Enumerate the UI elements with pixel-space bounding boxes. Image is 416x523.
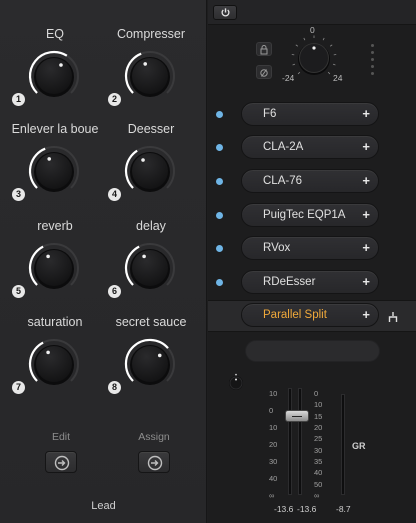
macro-knob[interactable]: [123, 241, 177, 295]
macro-knob-label: Compresser: [116, 27, 186, 41]
output-meter-section: 10 0 10 20 30 40 ∞ 0 10 15 20 25 30 35 40 50 ∞ GR -13.6…: [208, 380, 416, 523]
macro-number-badge: 5: [12, 285, 25, 298]
scale-tick-label: 20: [269, 440, 278, 449]
scale-tick-label: 50: [314, 479, 323, 489]
macro-knob-label: secret sauce: [115, 315, 187, 329]
macro-number-badge: 2: [108, 93, 121, 106]
plugin-name: Parallel Split: [263, 309, 327, 321]
scale-tick-label: ∞: [269, 491, 275, 500]
scale-tick-label: 10: [269, 389, 278, 398]
scale-tick-label: 10: [269, 423, 278, 432]
macro-knob-label: delay: [136, 219, 166, 233]
macro-knob-label: EQ: [45, 27, 65, 41]
plugin-add-button[interactable]: +: [362, 139, 370, 154]
plugin-active-dot[interactable]: [216, 111, 223, 118]
output-fader-handle[interactable]: [285, 410, 309, 422]
plugin-add-button[interactable]: +: [362, 307, 370, 322]
edit-button[interactable]: [45, 451, 77, 473]
gain-scale-top: 0: [310, 25, 315, 35]
assign-label: Assign: [138, 431, 170, 443]
empty-insert-slot[interactable]: [245, 340, 380, 362]
assign-icon: [147, 455, 163, 471]
scale-tick-label: 40: [269, 474, 278, 483]
plugin-name: F6: [263, 108, 277, 120]
plugin-slot[interactable]: Parallel Split +: [241, 303, 379, 327]
scale-tick-label: 0: [314, 389, 319, 398]
scale-tick-label: 20: [314, 423, 323, 432]
phase-invert-icon[interactable]: [256, 65, 272, 79]
lock-icon[interactable]: [256, 42, 272, 56]
plugin-add-button[interactable]: +: [362, 274, 370, 289]
plugin-active-dot[interactable]: [216, 245, 223, 252]
macro-number-badge: 3: [12, 188, 25, 201]
input-gain-knob[interactable]: [291, 35, 337, 81]
macro-knob[interactable]: [27, 337, 81, 391]
macro-knob-label: reverb: [37, 219, 73, 233]
macro-knob-label: Enlever la boue: [11, 122, 99, 136]
plugin-active-dot[interactable]: [216, 279, 223, 286]
macro-number-badge: 1: [12, 93, 25, 106]
macro-number-badge: 4: [108, 188, 121, 201]
macro-knob-label: saturation: [27, 315, 83, 329]
led-indicator-column: [371, 44, 375, 79]
scale-tick-label: 15: [314, 411, 323, 421]
macro-knob[interactable]: [123, 337, 177, 391]
plugin-active-dot[interactable]: [216, 212, 223, 219]
gr-label: GR: [352, 441, 366, 451]
scale-tick-label: 25: [314, 434, 323, 444]
preset-name: Lead: [91, 500, 116, 512]
scale-tick-label: 35: [314, 457, 323, 466]
scale-tick-label: 30: [269, 457, 278, 466]
macro-knob[interactable]: [27, 49, 81, 103]
macro-number-badge: 8: [108, 381, 121, 394]
meter-left: [288, 388, 292, 495]
edit-label: Edit: [51, 431, 71, 443]
split-icon[interactable]: [387, 311, 399, 323]
plugin-name: CLA-2A: [263, 141, 304, 153]
power-icon: [221, 8, 230, 17]
plugin-slot[interactable]: RDeEsser +: [241, 270, 379, 294]
chain-toolbar: [208, 0, 416, 25]
edit-icon: [54, 455, 70, 471]
macro-number-badge: 7: [12, 381, 25, 394]
plugin-add-button[interactable]: +: [362, 207, 370, 222]
gain-reduction-meter: [341, 394, 345, 495]
power-button[interactable]: [213, 5, 237, 20]
plugin-slot[interactable]: RVox +: [241, 236, 379, 260]
scale-tick-label: 10: [314, 400, 323, 410]
plugin-slot[interactable]: CLA-2A +: [241, 135, 379, 159]
macro-knob-label: Deesser: [127, 122, 175, 136]
plugin-add-button[interactable]: +: [362, 106, 370, 121]
output-readout-right: -13.6: [297, 504, 317, 514]
plugin-slot[interactable]: CLA-76 +: [241, 169, 379, 193]
scale-tick-label: 30: [314, 445, 323, 455]
output-readout-left: -13.6: [274, 504, 294, 514]
macro-knob[interactable]: [123, 49, 177, 103]
plugin-active-dot[interactable]: [216, 178, 223, 185]
meter-right: [298, 388, 302, 495]
macro-panel: EQ 1 Compresser 2 Enlever la boue 3 Dees…: [0, 0, 207, 523]
plugin-slot[interactable]: F6 +: [241, 102, 379, 126]
plugin-name: RDeEsser: [263, 276, 316, 288]
plugin-add-button[interactable]: +: [362, 240, 370, 255]
macro-number-badge: 6: [108, 285, 121, 298]
plugin-name: PuigTec EQP1A: [263, 209, 346, 221]
gr-readout: -8.7: [336, 504, 351, 514]
plugin-active-dot[interactable]: [216, 144, 223, 151]
macro-knob[interactable]: [123, 144, 177, 198]
scale-tick-label: ∞: [314, 491, 320, 500]
assign-button[interactable]: [138, 451, 170, 473]
plugin-name: CLA-76: [263, 175, 302, 187]
chain-panel: 0 -24 24 F6 + CLA-2A + CLA-76 + PuigTec EQP1A +…: [208, 0, 416, 523]
macro-knob[interactable]: [27, 241, 81, 295]
input-gain-section: 0 -24 24: [208, 25, 416, 95]
scale-tick-label: 40: [314, 468, 323, 478]
scale-tick-label: 0: [269, 406, 274, 415]
macro-knob[interactable]: [27, 144, 81, 198]
plugin-name: RVox: [263, 242, 291, 254]
plugin-add-button[interactable]: +: [362, 173, 370, 188]
plugin-slot[interactable]: PuigTec EQP1A +: [241, 203, 379, 227]
